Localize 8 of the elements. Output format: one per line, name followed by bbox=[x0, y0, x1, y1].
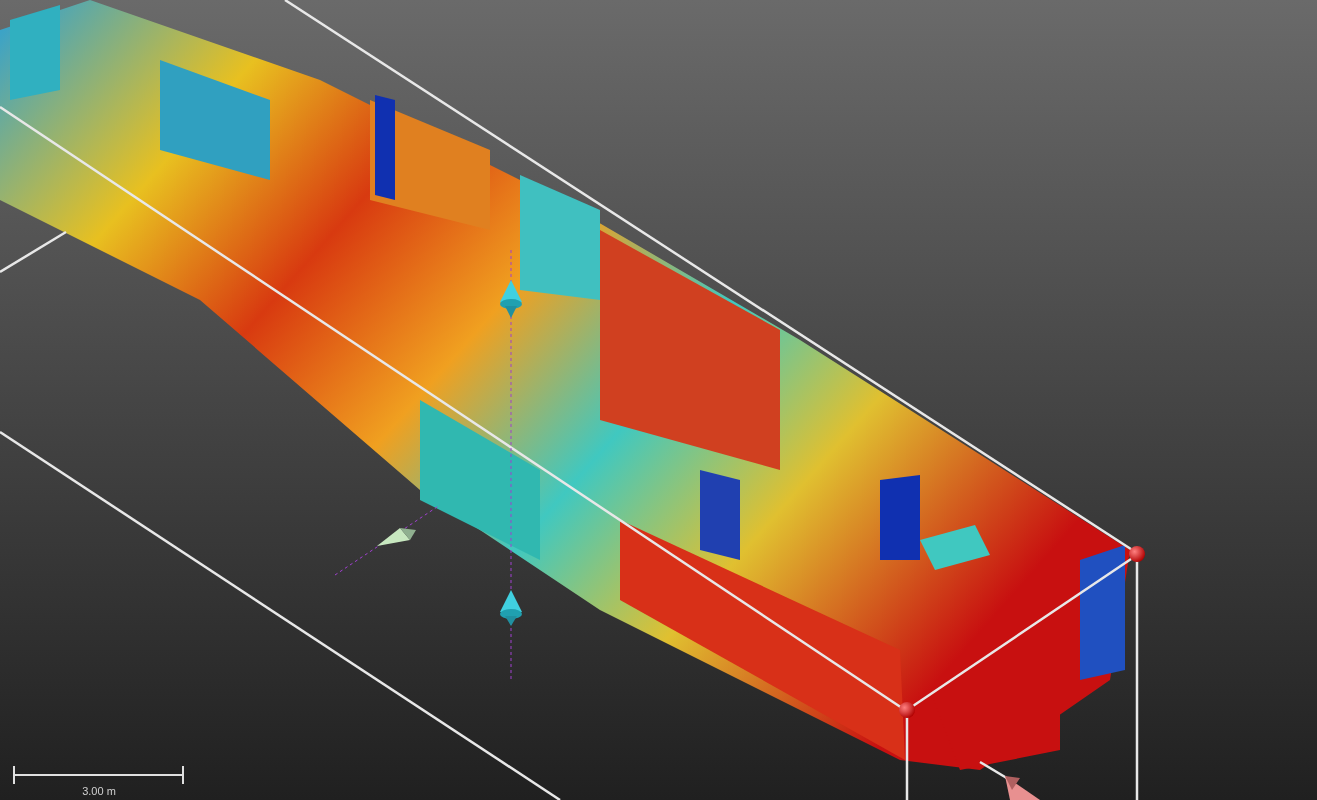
scale-label: 3.00 m bbox=[82, 785, 116, 797]
cone-handle[interactable] bbox=[1005, 776, 1040, 800]
cone-handle[interactable] bbox=[377, 528, 416, 546]
cone-handle[interactable] bbox=[500, 280, 522, 318]
3d-viewport[interactable]: 3.00 m bbox=[0, 0, 1317, 800]
corner-handle[interactable] bbox=[1129, 546, 1145, 562]
corner-handle[interactable] bbox=[899, 702, 915, 718]
cone-handle[interactable] bbox=[500, 590, 522, 626]
